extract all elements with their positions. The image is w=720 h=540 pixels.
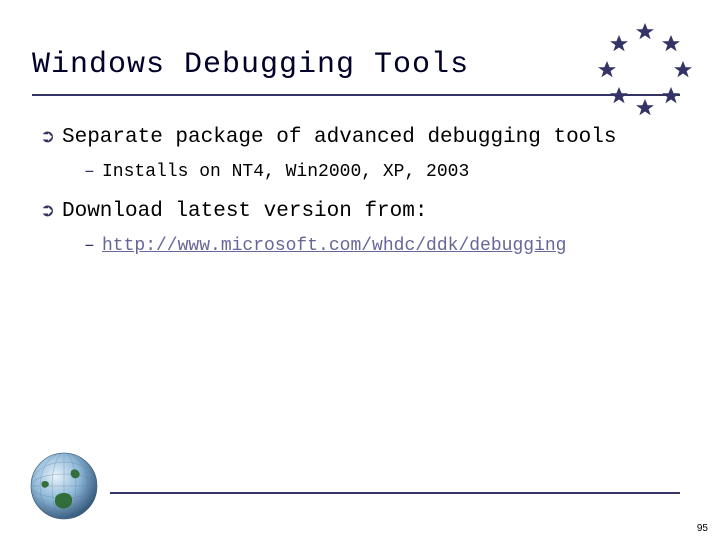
slide-header: Windows Debugging Tools [0,0,720,96]
bullet-item: ➲ Separate package of advanced debugging… [40,122,680,155]
page-title: Windows Debugging Tools [32,48,680,96]
footer-divider [110,492,680,494]
slide: Windows Debugging Tools ➲ Separate packa… [0,0,720,540]
stars-ring-icon [590,15,700,125]
arrow-icon: ➲ [40,197,62,225]
globe-icon [28,450,100,522]
arrow-icon: ➲ [40,123,62,151]
sub-bullet-item: – Installs on NT4, Win2000, XP, 2003 [40,159,680,187]
sub-bullet-item: – http://www.microsoft.com/whdc/ddk/debu… [40,233,680,261]
dash-icon: – [84,233,102,261]
download-link[interactable]: http://www.microsoft.com/whdc/ddk/debugg… [102,233,680,261]
dash-icon: – [84,159,102,187]
bullet-text: Download latest version from: [62,196,680,229]
bullet-item: ➲ Download latest version from: [40,196,680,229]
sub-bullet-text: Installs on NT4, Win2000, XP, 2003 [102,159,680,187]
bullet-text: Separate package of advanced debugging t… [62,122,680,155]
page-number: 95 [697,523,708,534]
